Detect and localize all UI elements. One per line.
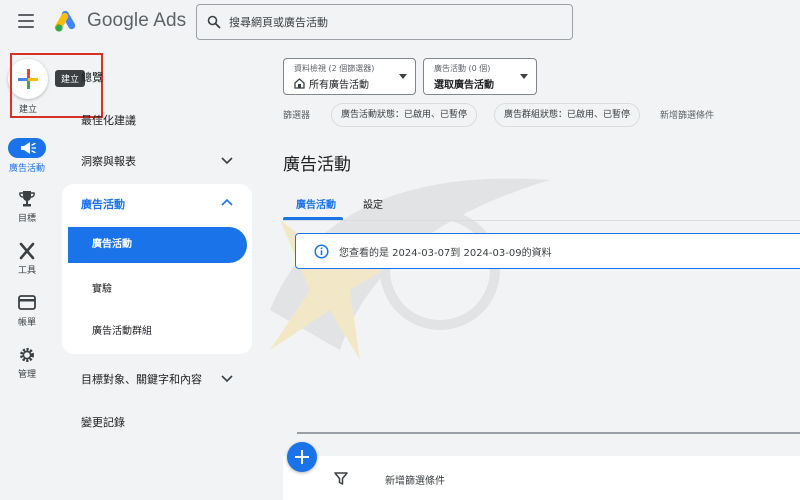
rail-item-admin[interactable]: 管理	[0, 346, 54, 380]
nav-group-campaigns: 廣告活動 廣告活動 實驗 廣告活動群組	[62, 184, 252, 354]
chevron-down-icon[interactable]	[221, 157, 233, 165]
page-title: 廣告活動	[283, 155, 351, 175]
info-text: 您查看的是 2024-03-07到 2024-03-09的資料	[339, 247, 552, 259]
rail-label-goals: 目標	[17, 214, 36, 224]
trophy-icon	[19, 191, 35, 207]
filter-icon[interactable]	[334, 472, 348, 485]
filter-chip-adgroup-status[interactable]: 廣告群組狀態：已啟用、已暫停	[494, 103, 641, 127]
menu-icon[interactable]	[18, 14, 34, 28]
view-dropdown-caption: 資料檢視 (2 個篩選器)	[294, 64, 375, 73]
plus-icon	[18, 69, 38, 89]
google-ads-logo-icon	[54, 10, 76, 32]
tab-divider	[283, 220, 800, 221]
filter-label: 篩選器	[283, 111, 311, 121]
add-filter-link[interactable]: 新增篩選條件	[660, 108, 714, 121]
nav-audiences[interactable]: 目標對象、關鍵字和內容	[81, 371, 202, 387]
rail-label-campaigns: 廣告活動	[8, 164, 45, 174]
credit-card-icon	[18, 295, 36, 310]
info-banner: 您查看的是 2024-03-07到 2024-03-09的資料	[295, 233, 800, 269]
info-icon	[314, 243, 329, 259]
dropdown-arrow-icon	[520, 74, 528, 79]
search-box[interactable]: 搜尋網頁或廣告活動	[196, 4, 573, 40]
nav-recommendations[interactable]: 最佳化建議	[81, 112, 136, 128]
view-dropdown[interactable]: 資料檢視 (2 個篩選器) 所有廣告活動	[283, 58, 416, 95]
nav-insights[interactable]: 洞察與報表	[81, 153, 136, 169]
nav-overview[interactable]: 總覽	[81, 69, 103, 85]
nav-item-experiments[interactable]: 實驗	[92, 280, 112, 295]
create-button[interactable]	[8, 59, 48, 99]
home-icon	[294, 78, 305, 89]
megaphone-icon	[8, 138, 46, 158]
rail-item-goals[interactable]: 目標	[0, 190, 54, 224]
nav-item-campaigns[interactable]: 廣告活動	[68, 227, 247, 263]
brand-name: Google Ads	[87, 10, 187, 31]
nav-item-campaign-groups[interactable]: 廣告活動群組	[92, 322, 152, 337]
search-placeholder: 搜尋網頁或廣告活動	[229, 16, 328, 29]
view-dropdown-text: 所有廣告活動	[309, 80, 369, 91]
search-icon	[207, 15, 221, 29]
campaign-dropdown-caption: 廣告活動 (0 個)	[434, 64, 491, 73]
table-filter-bar	[283, 456, 800, 500]
add-campaign-fab[interactable]	[287, 442, 317, 472]
top-bar: Google Ads 搜尋網頁或廣告活動	[0, 0, 800, 44]
rail-label-billing: 帳單	[17, 318, 36, 328]
table-divider	[297, 432, 800, 434]
dropdown-arrow-icon	[399, 74, 407, 79]
nav-change-history[interactable]: 變更記錄	[81, 414, 125, 430]
chevron-up-icon[interactable]	[221, 198, 233, 206]
nav-group-title[interactable]: 廣告活動	[81, 196, 125, 212]
rail-item-billing[interactable]: 帳單	[0, 294, 54, 328]
rail-label-admin: 管理	[17, 370, 36, 380]
tab-campaigns[interactable]: 廣告活動	[296, 196, 336, 211]
view-dropdown-value: 所有廣告活動	[294, 76, 369, 91]
watermark-logo	[270, 178, 550, 360]
filter-chip-campaign-status[interactable]: 廣告活動狀態：已啟用、已暫停	[331, 103, 478, 127]
add-filter-bottom-link[interactable]: 新增篩選條件	[385, 472, 445, 487]
rail-item-campaigns[interactable]: 廣告活動	[0, 138, 54, 174]
tools-icon	[19, 242, 35, 260]
campaign-dropdown[interactable]: 廣告活動 (0 個) 選取廣告活動	[423, 58, 537, 95]
tab-settings[interactable]: 設定	[363, 196, 383, 211]
gear-icon	[20, 348, 34, 362]
rail-item-tools[interactable]: 工具	[0, 242, 54, 276]
rail-label-tools: 工具	[17, 266, 36, 276]
chevron-down-icon[interactable]	[221, 375, 233, 383]
campaign-dropdown-value: 選取廣告活動	[434, 80, 494, 91]
create-label: 建立	[18, 105, 37, 115]
